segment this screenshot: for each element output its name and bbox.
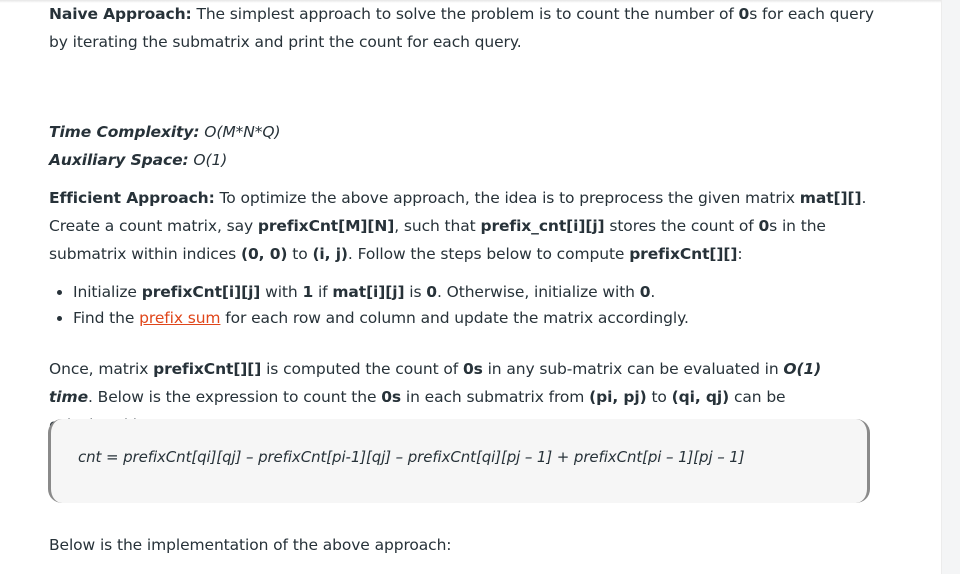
efficient-approach-heading: Efficient Approach:	[49, 189, 215, 207]
list-item: Initialize prefixCnt[i][j] with 1 if mat…	[73, 279, 893, 305]
code-term: 0	[758, 217, 770, 235]
once-text: Once, matrix	[49, 360, 154, 378]
once-text: to	[646, 388, 672, 406]
efficient-text: To optimize the above approach, the idea…	[214, 189, 800, 207]
step-text: is	[404, 283, 427, 301]
auxiliary-space-value: O(1)	[188, 151, 228, 169]
code-term: 0	[639, 283, 651, 301]
once-text: in each submatrix from	[401, 388, 590, 406]
code-term: prefixCnt[i][j]	[141, 283, 261, 301]
code-term: prefixCnt[][]	[629, 245, 738, 263]
efficient-text: to	[287, 245, 313, 263]
code-term: (qi, qj)	[671, 388, 730, 406]
efficient-text: , such that	[394, 217, 481, 235]
code-term: (pi, pj)	[589, 388, 647, 406]
code-term: 0s	[381, 388, 402, 406]
step-text: . Otherwise, initialize with	[436, 283, 640, 301]
naive-approach-paragraph: Naive Approach: The simplest approach to…	[49, 0, 889, 56]
code-term: 1	[302, 283, 314, 301]
naive-approach-heading: Naive Approach:	[49, 5, 192, 23]
right-gutter	[941, 0, 960, 574]
naive-text: The simplest approach to solve the probl…	[191, 5, 739, 23]
step-text: for each row and column and update the m…	[220, 309, 689, 327]
step-text: if	[313, 283, 333, 301]
efficient-text: . Follow the steps below to compute	[347, 245, 630, 263]
code-term: 0s	[462, 360, 483, 378]
code-term: (0, 0)	[240, 245, 288, 263]
time-complexity: Time Complexity: O(M*N*Q)	[49, 118, 889, 146]
once-text: . Below is the expression to count the	[88, 388, 382, 406]
steps-list: Initialize prefixCnt[i][j] with 1 if mat…	[49, 279, 893, 331]
once-text: is computed the count of	[261, 360, 463, 378]
code-term: prefixCnt[M][N]	[257, 217, 395, 235]
code-term: (i, j)	[312, 245, 348, 263]
once-text: in any sub-matrix can be evaluated in	[482, 360, 784, 378]
time-complexity-value: O(M*N*Q)	[199, 123, 281, 141]
prefix-sum-link[interactable]: prefix sum	[139, 309, 220, 327]
code-term: mat[][]	[799, 189, 862, 207]
list-item: Find the prefix sum for each row and col…	[73, 305, 893, 331]
efficient-approach-paragraph: Efficient Approach: To optimize the abov…	[49, 184, 869, 268]
code-term: prefix_cnt[i][j]	[480, 217, 605, 235]
code-term: mat[i][j]	[332, 283, 405, 301]
code-term: prefixCnt[][]	[153, 360, 262, 378]
zero-bold: 0	[738, 5, 750, 23]
step-text: Find the	[73, 309, 140, 327]
efficient-text: :	[737, 245, 743, 263]
auxiliary-space-label: Auxiliary Space:	[49, 151, 189, 169]
formula-text: cnt = prefixCnt[qi][qj] – prefixCnt[pi-1…	[78, 448, 745, 466]
efficient-text: stores the count of	[604, 217, 759, 235]
step-text: with	[260, 283, 303, 301]
formula-box: cnt = prefixCnt[qi][qj] – prefixCnt[pi-1…	[48, 419, 870, 503]
code-term: 0	[426, 283, 437, 301]
implementation-paragraph: Below is the implementation of the above…	[49, 536, 452, 554]
step-text: Initialize	[73, 283, 142, 301]
step-text: .	[650, 283, 656, 301]
time-complexity-label: Time Complexity:	[49, 123, 200, 141]
auxiliary-space: Auxiliary Space: O(1)	[49, 146, 889, 174]
